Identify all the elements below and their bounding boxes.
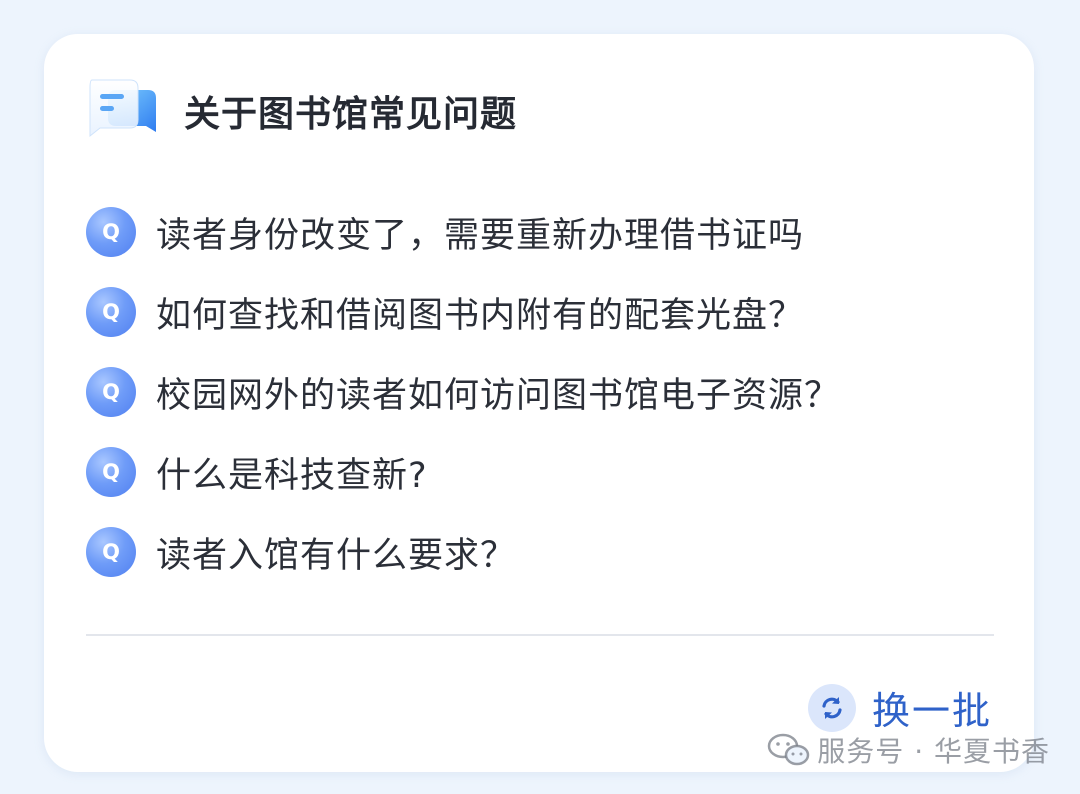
faq-question: 读者入馆有什么要求？ (156, 535, 517, 576)
wechat-icon (768, 733, 810, 766)
question-badge-icon: Q (86, 447, 136, 497)
watermark: 服务号 · 华夏书香 (767, 730, 1050, 770)
question-badge-icon: Q (86, 287, 136, 337)
question-badge-icon: Q (86, 527, 136, 577)
faq-question: 校园网外的读者如何访问图书馆电子资源？ (156, 375, 841, 416)
faq-list: Q 读者身份改变了，需要重新办理借书证吗 Q 如何查找和借阅图书内附有的配套光盘… (86, 192, 986, 592)
watermark-text: 服务号 · 华夏书香 (817, 735, 1050, 768)
faq-question: 读者身份改变了，需要重新办理借书证吗 (156, 215, 805, 256)
chat-bubble-icon (89, 79, 156, 138)
faq-card: 关于图书馆常见问题 Q 读者身份改变了，需要重新办理借书证吗 Q 如何查找和借阅… (44, 34, 1034, 772)
page-title: 关于图书馆常见问题 (184, 94, 518, 135)
faq-item[interactable]: Q 校园网外的读者如何访问图书馆电子资源？ (86, 352, 986, 432)
card-header: 关于图书馆常见问题 (86, 76, 517, 146)
faq-item[interactable]: Q 如何查找和借阅图书内附有的配套光盘？ (86, 272, 986, 352)
refresh-button[interactable]: 换一批 (807, 680, 992, 735)
divider (86, 634, 994, 636)
refresh-icon (807, 683, 856, 732)
faq-item[interactable]: Q 读者身份改变了，需要重新办理借书证吗 (86, 192, 986, 272)
faq-item[interactable]: Q 读者入馆有什么要求？ (86, 512, 986, 592)
question-badge-icon: Q (86, 207, 136, 257)
refresh-label: 换一批 (871, 689, 992, 733)
question-badge-icon: Q (86, 367, 136, 417)
faq-question: 什么是科技查新? (156, 455, 428, 496)
faq-question: 如何查找和借阅图书内附有的配套光盘？ (156, 295, 805, 336)
faq-item[interactable]: Q 什么是科技查新? (86, 432, 986, 512)
